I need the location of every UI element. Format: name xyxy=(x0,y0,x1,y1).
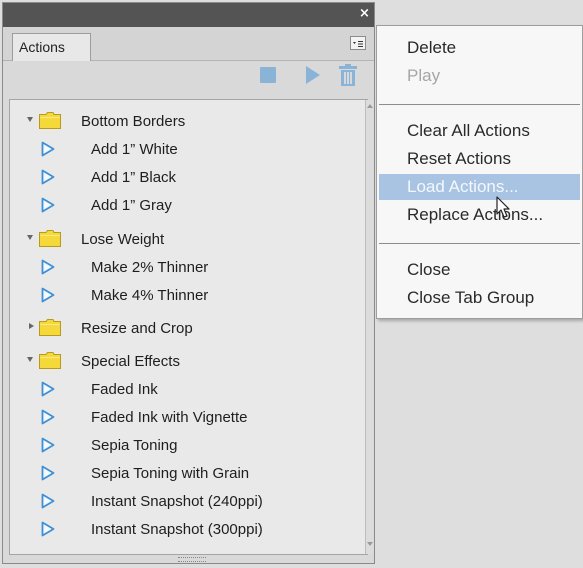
action-row[interactable]: Sepia Toning with Grain xyxy=(0,459,340,487)
folder-label: Resize and Crop xyxy=(81,320,193,337)
menu-item[interactable]: Clear All Actions xyxy=(377,118,582,144)
stop-icon[interactable] xyxy=(260,67,276,83)
action-label: Sepia Toning with Grain xyxy=(91,465,250,482)
tab-bar: Actions xyxy=(3,27,374,61)
close-icon[interactable]: × xyxy=(359,7,370,20)
action-row[interactable]: Faded Ink with Vignette xyxy=(0,403,340,431)
scroll-down-icon[interactable] xyxy=(367,542,373,546)
action-row[interactable]: Sepia Toning xyxy=(0,431,340,459)
context-menu: Delete Play Clear All Actions Reset Actions… xyxy=(376,25,583,319)
action-play-icon xyxy=(41,259,55,275)
scrollbar[interactable] xyxy=(365,100,373,554)
menu-separator xyxy=(379,104,580,105)
action-play-icon xyxy=(41,169,55,185)
panel-menu-icon xyxy=(353,41,363,47)
action-play-icon xyxy=(41,287,55,303)
collapse-arrow-icon[interactable] xyxy=(29,323,34,329)
action-label: Instant Snapshot (300ppi) xyxy=(91,521,263,538)
menu-item[interactable]: Load Actions... xyxy=(379,174,580,200)
folder-icon xyxy=(39,319,61,336)
folder-icon xyxy=(39,112,61,129)
menu-item-label: Replace Actions... xyxy=(407,205,544,224)
action-play-icon xyxy=(41,409,55,425)
action-label: Faded Ink xyxy=(91,381,158,398)
action-play-icon xyxy=(41,437,55,453)
action-row[interactable]: Make 4% Thinner xyxy=(0,281,340,309)
action-play-icon xyxy=(41,465,55,481)
menu-item[interactable]: Replace Actions... xyxy=(377,202,582,228)
action-label: Add 1” White xyxy=(91,141,178,158)
action-label: Instant Snapshot (240ppi) xyxy=(91,493,263,510)
action-row[interactable]: Add 1” White xyxy=(0,135,340,163)
folder-icon xyxy=(39,230,61,247)
menu-item-label: Clear All Actions xyxy=(407,121,530,140)
action-row[interactable]: Add 1” Gray xyxy=(0,191,340,219)
panel-menu-button[interactable] xyxy=(350,36,366,50)
action-label: Add 1” Gray xyxy=(91,197,172,214)
action-label: Sepia Toning xyxy=(91,437,178,454)
folder-row[interactable]: Special Effects xyxy=(0,347,340,375)
menu-item: Play xyxy=(377,63,582,89)
menu-item-label: Close xyxy=(407,260,451,279)
menu-item[interactable]: Close Tab Group xyxy=(377,285,582,311)
trash-icon[interactable] xyxy=(338,64,358,86)
menu-item[interactable]: Delete xyxy=(377,35,582,61)
menu-separator xyxy=(379,243,580,244)
menu-item-label: Close Tab Group xyxy=(407,288,535,307)
action-row[interactable]: Add 1” Black xyxy=(0,163,340,191)
action-label: Add 1” Black xyxy=(91,169,177,186)
action-play-icon xyxy=(41,521,55,537)
action-row[interactable]: Instant Snapshot (300ppi) xyxy=(0,515,340,543)
expand-arrow-icon[interactable] xyxy=(27,235,33,240)
menu-item-label: Reset Actions xyxy=(407,149,511,168)
action-row[interactable]: Faded Ink xyxy=(0,375,340,403)
menu-item-label: Load Actions... xyxy=(407,177,519,196)
action-play-icon xyxy=(41,141,55,157)
scroll-up-icon[interactable] xyxy=(367,104,373,108)
folder-icon xyxy=(39,352,61,369)
play-icon[interactable] xyxy=(306,66,320,84)
action-play-icon xyxy=(41,493,55,509)
tab-actions[interactable]: Actions xyxy=(12,33,91,61)
menu-item-label: Play xyxy=(407,66,441,85)
folder-row[interactable]: Lose Weight xyxy=(0,225,340,253)
folder-label: Bottom Borders xyxy=(81,113,186,130)
folder-row[interactable]: Bottom Borders xyxy=(0,107,340,135)
mouse-cursor-icon xyxy=(496,196,510,218)
action-row[interactable]: Make 2% Thinner xyxy=(0,253,340,281)
action-play-icon xyxy=(41,197,55,213)
expand-arrow-icon[interactable] xyxy=(27,357,33,362)
action-label: Make 4% Thinner xyxy=(91,287,209,304)
menu-item-label: Delete xyxy=(407,38,457,57)
menu-item[interactable]: Close xyxy=(377,257,582,283)
folder-label: Lose Weight xyxy=(81,231,165,248)
folder-row[interactable]: Resize and Crop xyxy=(0,314,340,342)
action-label: Faded Ink with Vignette xyxy=(91,409,248,426)
action-row[interactable]: Instant Snapshot (240ppi) xyxy=(0,487,340,515)
action-play-icon xyxy=(41,381,55,397)
expand-arrow-icon[interactable] xyxy=(27,117,33,122)
resize-grip-icon[interactable] xyxy=(178,557,206,562)
panel-titlebar[interactable]: × xyxy=(3,3,374,27)
folder-label: Special Effects xyxy=(81,353,180,370)
action-label: Make 2% Thinner xyxy=(91,259,209,276)
menu-item[interactable]: Reset Actions xyxy=(377,146,582,172)
